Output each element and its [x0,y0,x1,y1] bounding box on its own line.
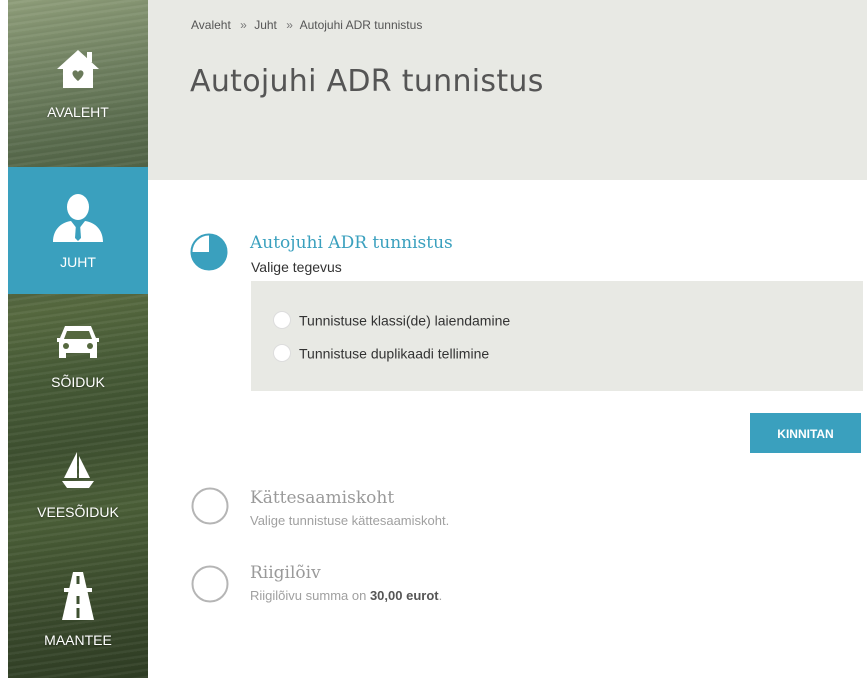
confirm-button[interactable]: KINNITAN [750,413,861,453]
breadcrumb-separator: » [286,18,293,32]
person-icon [53,194,103,242]
sidebar-nav: AVALEHT JUHT SÕIDUK VEESÕIDUK MAANTEE [8,0,148,678]
radio-button[interactable] [273,344,291,363]
option-label: Tunnistuse klassi(de) laiendamine [299,312,511,329]
page-header: Avaleht » Juht » Autojuhi ADR tunnistus … [148,0,867,180]
sidebar-item-juht[interactable]: JUHT [8,167,148,294]
step-circle-icon [191,487,229,525]
step-subtitle: Valige tegevus [251,259,342,275]
option-extend-classes[interactable]: Tunnistuse klassi(de) laiendamine [273,311,511,330]
sidebar-item-avaleht[interactable]: AVALEHT [8,48,148,158]
option-label: Tunnistuse duplikaadi tellimine [299,345,490,362]
sailboat-icon [62,452,94,488]
sidebar-item-label: AVALEHT [47,104,109,120]
step-title: Kättesaamiskoht [250,488,395,508]
options-box: Tunnistuse klassi(de) laiendamine Tunnis… [251,281,863,391]
fee-text: Riigilõivu summa on [250,588,367,603]
page-title: Autojuhi ADR tunnistus [190,64,544,99]
breadcrumb-separator: » [240,18,247,32]
radio-button[interactable] [273,311,291,330]
home-icon [57,50,99,88]
road-icon [62,572,94,620]
step-subtitle: Riigilõivu summa on 30,00 eurot. [250,588,442,603]
step-circle-icon [191,565,229,603]
step-title: Autojuhi ADR tunnistus [250,233,453,253]
fee-amount: 30,00 eurot [369,588,439,603]
fee-suffix: . [438,588,443,603]
step-title: Riigilõiv [250,563,321,583]
option-order-duplicate[interactable]: Tunnistuse duplikaadi tellimine [273,344,490,363]
car-icon [57,326,99,358]
breadcrumb-link-juht[interactable]: Juht [254,18,277,32]
sidebar-item-label: JUHT [60,254,96,270]
sidebar-item-maantee[interactable]: MAANTEE [8,570,148,660]
sidebar-item-veesoiduk[interactable]: VEESÕIDUK [8,450,148,530]
breadcrumb-current: Autojuhi ADR tunnistus [299,18,423,32]
sidebar-item-label: SÕIDUK [51,374,105,390]
step-progress-icon [190,233,228,271]
breadcrumb: Avaleht » Juht » Autojuhi ADR tunnistus [191,18,426,32]
sidebar-item-soiduk[interactable]: SÕIDUK [8,322,148,402]
step-subtitle: Valige tunnistuse kättesaamiskoht. [250,513,450,528]
sidebar-item-label: MAANTEE [44,632,112,648]
breadcrumb-link-avaleht[interactable]: Avaleht [191,18,231,32]
sidebar-item-label: VEESÕIDUK [37,504,119,520]
